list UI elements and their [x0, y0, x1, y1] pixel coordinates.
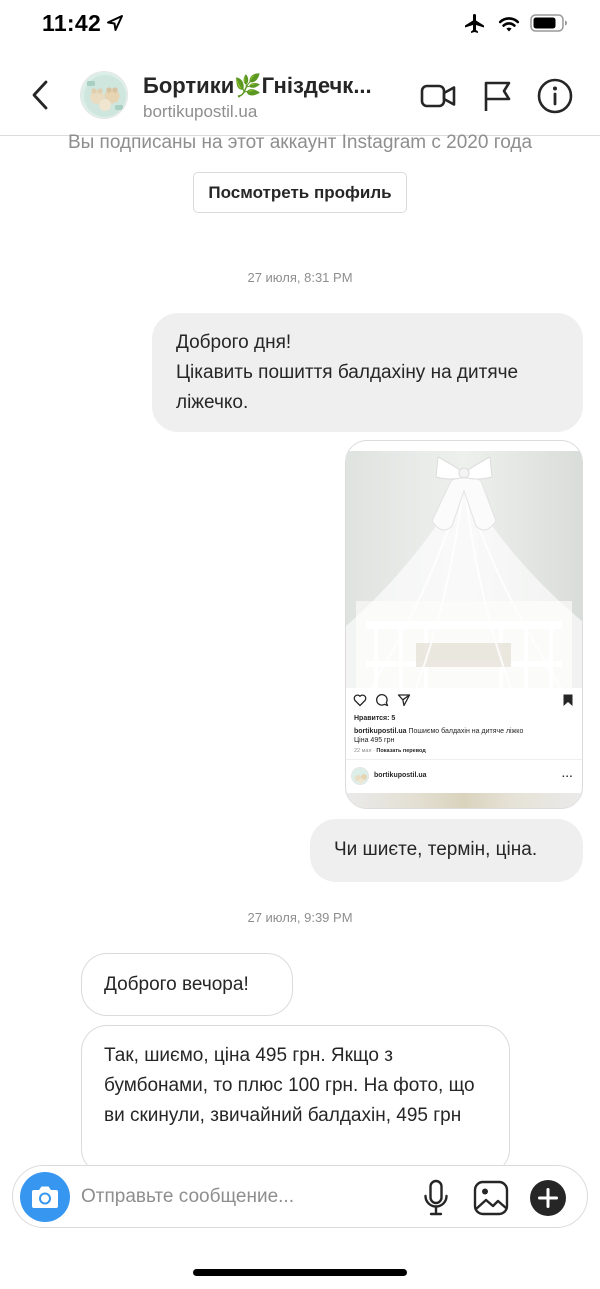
plus-icon[interactable]	[529, 1179, 567, 1217]
more-options-icon[interactable]: ...	[562, 769, 573, 780]
incoming-message[interactable]: Доброго вечора!	[81, 953, 293, 1016]
status-bar: 11:42	[0, 0, 600, 50]
camera-button[interactable]	[20, 1172, 70, 1222]
video-call-icon[interactable]	[418, 76, 458, 116]
bookmark-icon[interactable]	[561, 693, 575, 707]
post-caption-username: bortikupostil.ua	[354, 728, 407, 735]
post-price: Ціна 495 грн	[354, 737, 395, 744]
location-arrow-icon	[107, 15, 123, 31]
follow-note: Вы подписаны на этот аккаунт Instagram с…	[67, 132, 533, 153]
post-date-row: 22 мая · Показать перевод	[354, 748, 426, 754]
outgoing-message[interactable]: Доброго дня! Цікавить пошиття балдахіну …	[152, 313, 583, 432]
post-author-avatar-image	[352, 768, 368, 784]
microphone-icon[interactable]	[421, 1179, 451, 1217]
camera-icon	[32, 1186, 58, 1208]
message-line: Доброго дня!	[176, 332, 292, 353]
gallery-icon[interactable]	[472, 1179, 510, 1217]
post-image[interactable]	[346, 451, 582, 688]
post-author-avatar[interactable]	[351, 767, 369, 785]
post-actions	[353, 693, 575, 709]
view-profile-button[interactable]: Посмотреть профиль	[193, 172, 407, 213]
status-time: 11:42	[42, 10, 102, 36]
conversation-header: Бортики🌿Гніздечк... bortikupostil.ua	[0, 56, 600, 136]
show-translation-link[interactable]: Показать перевод	[376, 748, 425, 754]
post-author-username[interactable]: bortikupostil.ua	[374, 772, 427, 779]
avatar-image	[81, 72, 127, 118]
post-divider	[346, 759, 582, 760]
post-likes: Нравится: 5	[354, 715, 396, 722]
message-input[interactable]	[81, 1174, 411, 1220]
avatar[interactable]	[80, 71, 128, 119]
timestamp: 27 июля, 9:39 PM	[247, 910, 353, 925]
share-icon[interactable]	[397, 693, 411, 707]
post-caption-text: Пошиємо балдахін на дитяче ліжко	[408, 728, 524, 735]
back-icon[interactable]	[28, 78, 52, 112]
message-text: Доброго вечора!	[104, 974, 249, 995]
timestamp: 27 июля, 8:31 PM	[247, 270, 353, 285]
wifi-icon	[498, 17, 520, 32]
shared-post[interactable]: Нравится: 5 bortikupostil.ua Пошиємо бал…	[345, 440, 583, 809]
comment-icon[interactable]	[375, 693, 389, 707]
post-caption: bortikupostil.ua Пошиємо балдахін на дит…	[354, 727, 574, 737]
message-text: Так, шиємо, ціна 495 грн. Якщо з бумбона…	[104, 1045, 475, 1126]
next-post-preview	[346, 793, 582, 808]
chat-title[interactable]: Бортики🌿Гніздечк...	[143, 73, 372, 99]
airplane-icon	[465, 14, 484, 33]
post-date: 22 мая	[354, 748, 372, 754]
battery-icon	[530, 14, 567, 32]
message-line: Цікавить пошиття балдахіну на дитяче ліж…	[176, 362, 519, 413]
message-composer	[12, 1165, 588, 1228]
home-indicator[interactable]	[193, 1269, 407, 1276]
flag-icon[interactable]	[478, 76, 518, 116]
heart-icon[interactable]	[353, 693, 367, 707]
outgoing-message[interactable]: Чи шиєте, термін, ціна.	[310, 819, 583, 882]
chat-username: bortikupostil.ua	[143, 102, 258, 121]
info-icon[interactable]	[535, 76, 575, 116]
message-text: Чи шиєте, термін, ціна.	[334, 839, 538, 860]
incoming-message[interactable]: Так, шиємо, ціна 495 грн. Якщо з бумбона…	[81, 1025, 510, 1175]
